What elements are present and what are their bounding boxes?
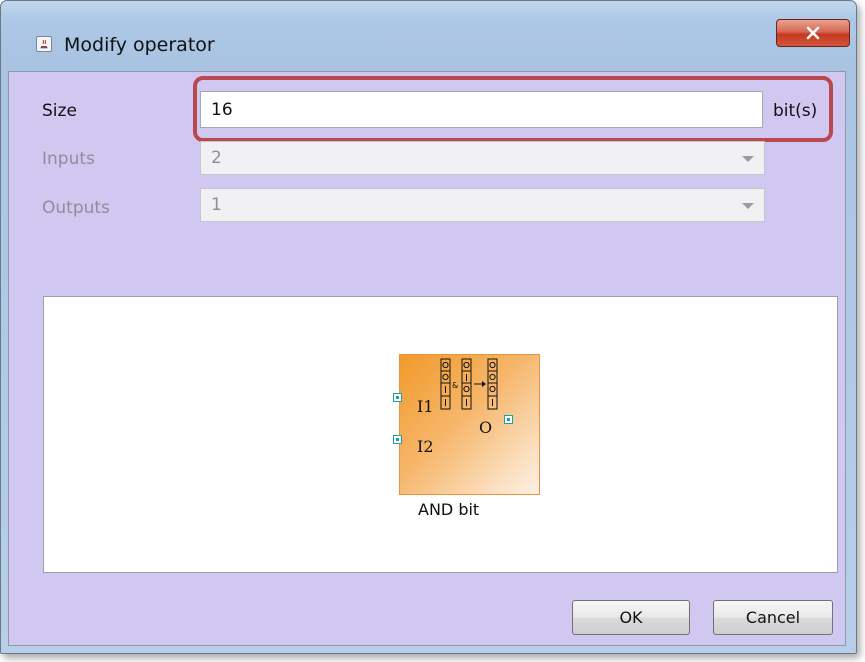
inputs-value: 2 bbox=[211, 148, 222, 168]
outputs-label: Outputs bbox=[42, 198, 110, 218]
input1-label: I1 bbox=[417, 397, 434, 416]
close-button[interactable] bbox=[776, 19, 850, 47]
outputs-combobox[interactable]: 1 bbox=[200, 188, 765, 222]
size-unit-label: bit(s) bbox=[773, 101, 818, 121]
input2-label: I2 bbox=[417, 437, 434, 456]
svg-text:&: & bbox=[452, 381, 458, 390]
ok-button[interactable]: OK bbox=[572, 600, 690, 635]
size-label: Size bbox=[42, 101, 77, 121]
operator-preview-panel: & I1 I2 O AND bit bbox=[43, 296, 838, 573]
operator-name-label: AND bit bbox=[418, 500, 480, 519]
input1-port-icon[interactable] bbox=[393, 393, 402, 402]
output-label: O bbox=[479, 418, 493, 437]
outputs-value: 1 bbox=[211, 195, 222, 215]
close-icon bbox=[806, 26, 820, 40]
input2-port-icon[interactable] bbox=[393, 435, 402, 444]
inputs-label: Inputs bbox=[42, 149, 95, 169]
chevron-down-icon bbox=[742, 203, 754, 209]
cancel-button[interactable]: Cancel bbox=[713, 600, 833, 635]
output-port-icon[interactable] bbox=[504, 415, 513, 424]
and-bit-operator-block[interactable]: & I1 I2 O bbox=[399, 354, 540, 495]
size-input[interactable]: 16 bbox=[200, 91, 763, 128]
java-app-icon bbox=[36, 36, 52, 52]
window-title: Modify operator bbox=[64, 34, 215, 56]
bitwise-and-icon: & bbox=[440, 358, 498, 410]
chevron-down-icon bbox=[742, 156, 754, 162]
title-bar[interactable]: Modify operator bbox=[1, 1, 856, 56]
inputs-combobox[interactable]: 2 bbox=[200, 141, 765, 175]
